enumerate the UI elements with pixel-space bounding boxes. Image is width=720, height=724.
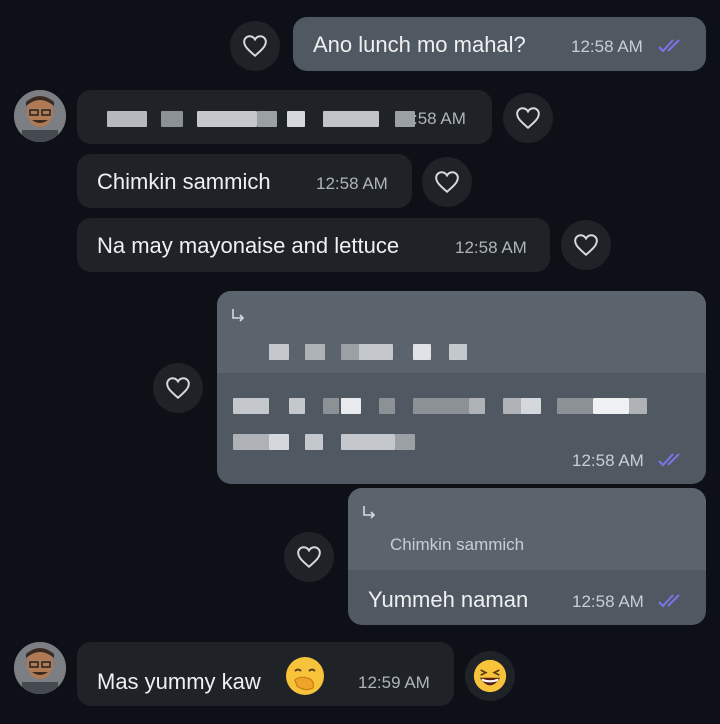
redacted-text — [379, 398, 395, 414]
incoming-message-bubble[interactable]: Mas yummy kaw 12:59 AM — [77, 642, 454, 706]
redacted-text — [233, 398, 269, 414]
heart-icon — [297, 546, 321, 569]
incoming-message-bubble[interactable]: Na may mayonaise and lettuce 12:58 AM — [77, 218, 550, 272]
react-heart-button[interactable] — [561, 220, 611, 270]
redacted-text — [257, 111, 277, 127]
reaction-button[interactable] — [465, 651, 515, 701]
react-heart-button[interactable] — [284, 532, 334, 582]
incoming-message-bubble[interactable]: :58 AM — [77, 90, 492, 144]
reply-preview[interactable]: Chimkin sammich — [348, 488, 706, 570]
redacted-text — [341, 398, 361, 414]
message-timestamp: 12:59 AM — [358, 673, 430, 692]
redacted-text — [323, 111, 379, 127]
redacted-text — [629, 398, 647, 414]
hand-over-mouth-emoji — [286, 657, 324, 695]
user-avatar[interactable] — [14, 642, 66, 694]
redacted-text — [557, 398, 593, 414]
message-timestamp: 12:58 AM — [572, 592, 644, 611]
message-timestamp: 12:58 AM — [316, 174, 388, 193]
heart-icon — [516, 107, 540, 130]
message-text: Mas yummy kaw — [97, 669, 261, 694]
redacted-text — [289, 398, 305, 414]
redacted-text — [593, 398, 629, 414]
message-timestamp: 12:58 AM — [455, 238, 527, 257]
reply-preview[interactable] — [217, 291, 706, 373]
redacted-text — [395, 111, 415, 127]
heart-icon — [166, 377, 190, 400]
heart-icon — [574, 234, 598, 257]
heart-icon — [435, 171, 459, 194]
reply-arrow-icon — [232, 309, 245, 322]
redacted-text — [269, 344, 289, 360]
redacted-text — [413, 344, 431, 360]
redacted-text — [359, 344, 393, 360]
redacted-text — [107, 111, 147, 127]
double-check-icon — [658, 453, 680, 467]
outgoing-message-bubble[interactable]: Chimkin sammich Yummeh naman 12:58 AM — [348, 488, 706, 625]
message-timestamp: :58 AM — [413, 109, 466, 128]
react-heart-button[interactable] — [503, 93, 553, 143]
react-heart-button[interactable] — [422, 157, 472, 207]
reply-quoted-text: Chimkin sammich — [390, 535, 525, 554]
message-text: Ano lunch mo mahal? — [313, 32, 526, 57]
redacted-text — [449, 344, 467, 360]
double-check-icon — [658, 39, 680, 53]
redacted-text — [161, 111, 183, 127]
redacted-text — [341, 434, 395, 450]
outgoing-message-bubble[interactable]: Ano lunch mo mahal? 12:58 AM — [293, 17, 706, 71]
redacted-text — [413, 398, 469, 414]
message-timestamp: 12:58 AM — [572, 451, 644, 470]
redacted-text — [305, 434, 323, 450]
avatar-image — [14, 90, 66, 142]
user-avatar[interactable] — [14, 90, 66, 142]
message-text: Na may mayonaise and lettuce — [97, 233, 400, 258]
double-check-icon — [658, 594, 680, 608]
outgoing-message-bubble[interactable]: 12:58 AM — [217, 291, 706, 484]
redacted-text — [521, 398, 541, 414]
redacted-text — [269, 434, 289, 450]
redacted-text — [197, 111, 257, 127]
redacted-text — [323, 398, 339, 414]
message-text: Yummeh naman — [368, 587, 529, 612]
heart-icon — [243, 35, 267, 58]
redacted-text — [305, 344, 325, 360]
message-timestamp: 12:58 AM — [571, 37, 643, 56]
avatar-image — [14, 642, 66, 694]
redacted-text — [395, 434, 415, 450]
incoming-message-bubble[interactable]: Chimkin sammich 12:58 AM — [77, 154, 412, 208]
react-heart-button[interactable] — [230, 21, 280, 71]
reply-arrow-icon — [363, 506, 376, 519]
grinning-squinting-face-emoji — [473, 659, 507, 693]
message-text: Chimkin sammich — [97, 169, 271, 194]
redacted-text — [287, 111, 305, 127]
redacted-text — [469, 398, 485, 414]
react-heart-button[interactable] — [153, 363, 203, 413]
